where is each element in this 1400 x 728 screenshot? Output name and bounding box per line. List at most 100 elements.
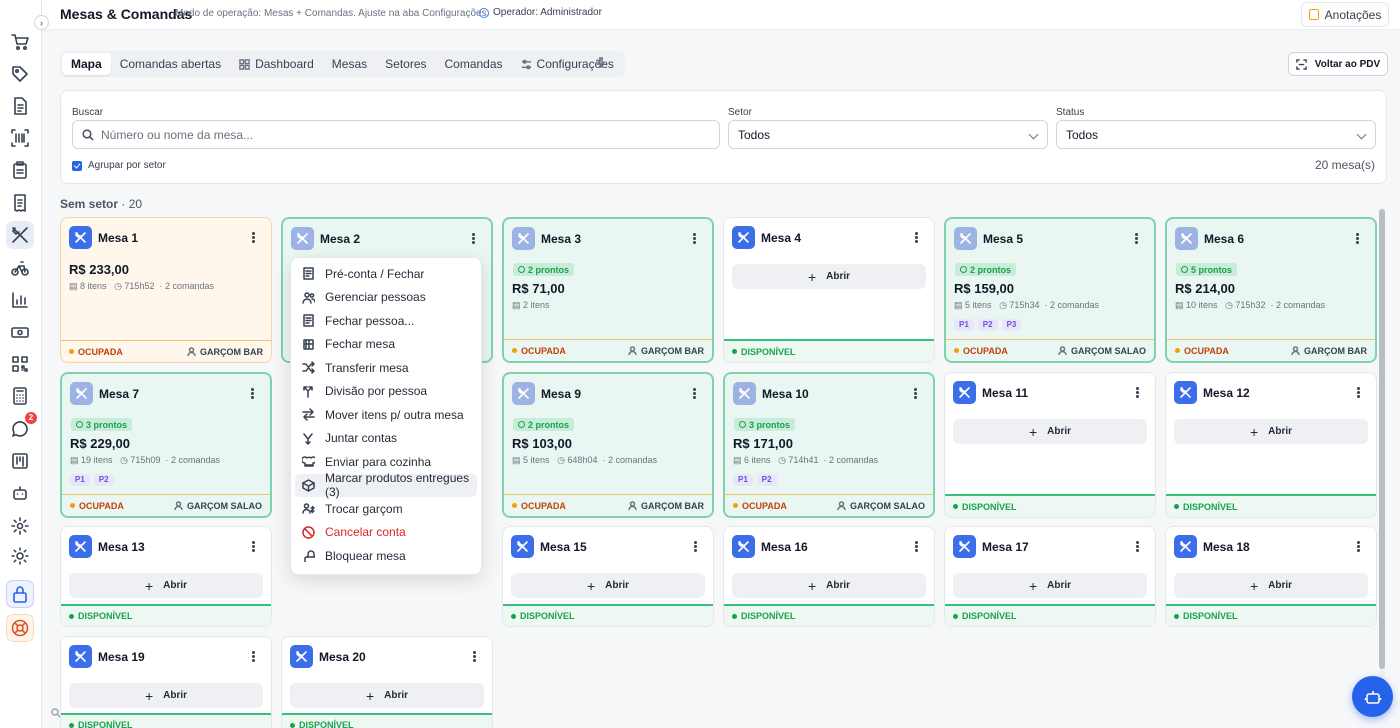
rail-button-cart[interactable] xyxy=(6,28,34,56)
rail-button-lock[interactable] xyxy=(6,580,34,608)
table-card[interactable]: Mesa 5 2 prontos R$ 159,00 ▤ 5 itens ◷ 715h… xyxy=(944,217,1156,363)
search-input[interactable]: Número ou nome da mesa... xyxy=(72,120,720,149)
open-table-button[interactable]: + Abrir xyxy=(1174,573,1368,598)
rail-button-settings[interactable] xyxy=(6,512,34,540)
rail-button-sun[interactable] xyxy=(6,542,34,570)
person-tag[interactable]: P1 xyxy=(733,474,753,486)
tab-comandas-abertas[interactable]: Comandas abertas xyxy=(111,53,230,75)
menu-item-bloquear-mesa[interactable]: Bloquear mesa xyxy=(295,544,477,568)
back-to-pos-button[interactable]: Voltar ao PDV xyxy=(1288,52,1388,76)
open-table-button[interactable]: + Abrir xyxy=(69,573,263,598)
more-options-icon[interactable] xyxy=(1136,387,1139,398)
table-card[interactable]: Mesa 7 3 prontos R$ 229,00 ▤ 19 itens ◷ 715… xyxy=(60,372,272,518)
person-tag[interactable]: P2 xyxy=(93,474,114,486)
rail-button-tag[interactable] xyxy=(6,60,34,88)
tab-comandas[interactable]: Comandas xyxy=(436,53,512,75)
person-tag[interactable]: P2 xyxy=(756,474,777,486)
menu-item-transferir-mesa[interactable]: Transferir mesa xyxy=(295,356,477,380)
menu-item-fechar-pessoa[interactable]: Fechar pessoa... xyxy=(295,309,477,333)
menu-item-juntar-contas[interactable]: Juntar contas xyxy=(295,427,477,451)
more-options-icon[interactable] xyxy=(252,232,255,243)
table-card[interactable]: Mesa 17 + Abrir DISPONÍVEL xyxy=(944,526,1156,627)
open-table-button[interactable]: + Abrir xyxy=(290,683,484,708)
more-options-icon[interactable] xyxy=(693,388,696,399)
rail-button-help[interactable] xyxy=(6,614,34,642)
table-card[interactable]: Mesa 13 + Abrir DISPONÍVEL xyxy=(60,526,272,627)
more-options-icon[interactable] xyxy=(915,232,918,243)
notes-button[interactable]: Anotações xyxy=(1301,2,1389,27)
tab-dashboard[interactable]: Dashboard xyxy=(230,53,323,75)
more-options-icon[interactable] xyxy=(914,388,917,399)
rail-button-barcode[interactable] xyxy=(6,124,34,152)
more-options-icon[interactable] xyxy=(473,651,476,662)
open-table-button[interactable]: + Abrir xyxy=(69,683,263,708)
rail-button-document[interactable] xyxy=(6,92,34,120)
open-table-button[interactable]: + Abrir xyxy=(1174,419,1368,444)
assistant-bot-button[interactable] xyxy=(1352,676,1393,717)
table-card[interactable]: Mesa 3 2 prontos R$ 71,00 ▤ 2 itens OCUPADA G… xyxy=(502,217,714,363)
table-card[interactable]: Mesa 10 3 prontos R$ 171,00 ▤ 6 itens ◷ 714… xyxy=(723,372,935,518)
table-card[interactable]: Mesa 4 + Abrir DISPONÍVEL xyxy=(723,217,935,363)
open-table-button[interactable]: + Abrir xyxy=(511,573,705,598)
table-card[interactable]: Mesa 1 R$ 233,00 ▤ 8 itens ◷ 715h52 · 2 co… xyxy=(60,217,272,363)
more-options-icon[interactable] xyxy=(252,651,255,662)
more-options-icon[interactable] xyxy=(1135,233,1138,244)
table-card[interactable]: Mesa 11 + Abrir DISPONÍVEL xyxy=(944,372,1156,518)
tab-mapa[interactable]: Mapa xyxy=(62,53,111,75)
open-table-button[interactable]: + Abrir xyxy=(953,573,1147,598)
more-options-icon[interactable] xyxy=(1356,233,1359,244)
table-card[interactable]: Mesa 20 + Abrir DISPONÍVEL xyxy=(281,636,493,728)
menu-item-marcar-produtos-entregues-3[interactable]: Marcar produtos entregues (3) xyxy=(295,471,477,499)
rail-button-chat[interactable]: 2 xyxy=(6,412,37,443)
open-table-button[interactable]: + Abrir xyxy=(953,419,1147,444)
group-by-sector-checkbox[interactable]: Agrupar por setor xyxy=(72,160,166,171)
scrollbar[interactable] xyxy=(1379,207,1385,702)
menu-item-gerenciar-pessoas[interactable]: Gerenciar pessoas xyxy=(295,286,477,310)
sector-select[interactable]: Todos xyxy=(728,120,1048,149)
more-options-icon[interactable] xyxy=(472,233,475,244)
person-tag[interactable]: P2 xyxy=(977,319,998,331)
rail-button-bike[interactable] xyxy=(6,254,34,282)
rail-button-kanban[interactable] xyxy=(6,447,34,475)
table-card[interactable]: Mesa 19 + Abrir DISPONÍVEL xyxy=(60,636,272,728)
table-card[interactable]: Mesa 15 + Abrir DISPONÍVEL xyxy=(502,526,714,627)
more-options-icon[interactable] xyxy=(1136,541,1139,552)
rail-button-qr[interactable] xyxy=(6,350,34,378)
more-options-icon[interactable] xyxy=(694,541,697,552)
open-table-button[interactable]: + Abrir xyxy=(732,264,926,289)
more-options-icon[interactable] xyxy=(1357,541,1360,552)
rail-button-chart[interactable] xyxy=(6,286,34,314)
rail-button-utensils[interactable] xyxy=(6,221,34,249)
menu-item-trocar-garçom[interactable]: Trocar garçom xyxy=(295,497,477,521)
table-card[interactable]: Mesa 6 5 prontos R$ 214,00 ▤ 10 itens ◷ 715… xyxy=(1165,217,1377,363)
table-card[interactable]: Mesa 12 + Abrir DISPONÍVEL xyxy=(1165,372,1377,518)
menu-item-fechar-mesa[interactable]: Fechar mesa xyxy=(295,333,477,357)
table-card[interactable]: Mesa 9 2 prontos R$ 103,00 ▤ 5 itens ◷ 648h… xyxy=(502,372,714,518)
scrollbar-thumb[interactable] xyxy=(1379,209,1385,669)
tab-mesas[interactable]: Mesas xyxy=(323,53,376,75)
rail-button-cash[interactable] xyxy=(6,318,34,346)
table-card[interactable]: Mesa 16 + Abrir DISPONÍVEL xyxy=(723,526,935,627)
person-tag[interactable]: P3 xyxy=(1001,319,1022,331)
pin-icon[interactable] xyxy=(595,57,607,69)
tab-setores[interactable]: Setores xyxy=(376,53,435,75)
menu-item-enviar-para-cozinha[interactable]: Enviar para cozinha xyxy=(295,450,477,474)
rail-button-invoice[interactable] xyxy=(6,189,34,217)
rail-button-robot[interactable] xyxy=(6,479,34,507)
more-options-icon[interactable] xyxy=(252,541,255,552)
more-options-icon[interactable] xyxy=(693,233,696,244)
table-card[interactable]: Mesa 18 + Abrir DISPONÍVEL xyxy=(1165,526,1377,627)
more-options-icon[interactable] xyxy=(915,541,918,552)
person-tag[interactable]: P1 xyxy=(70,474,90,486)
menu-item-pré-conta-fechar[interactable]: Pré-conta / Fechar xyxy=(295,262,477,286)
person-tag[interactable]: P1 xyxy=(954,319,974,331)
status-select[interactable]: Todos xyxy=(1056,120,1376,149)
collapse-sidebar-button[interactable]: › xyxy=(34,15,49,30)
menu-item-mover-itens-p-outra-mesa[interactable]: Mover itens p/ outra mesa xyxy=(295,403,477,427)
more-options-icon[interactable] xyxy=(1357,387,1360,398)
rail-button-calculator[interactable] xyxy=(6,382,34,410)
rail-button-clipboard[interactable] xyxy=(6,156,34,184)
menu-item-cancelar-conta[interactable]: Cancelar conta xyxy=(295,521,477,545)
more-options-icon[interactable] xyxy=(251,388,254,399)
menu-item-divisão-por-pessoa[interactable]: Divisão por pessoa xyxy=(295,380,477,404)
